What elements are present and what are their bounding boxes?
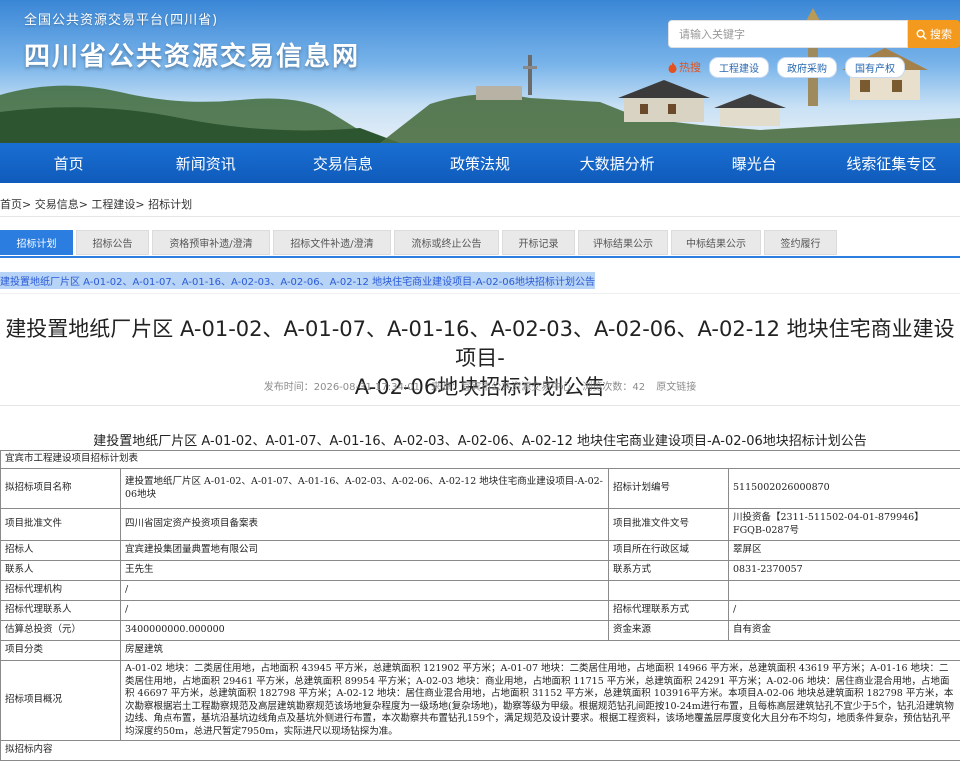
nav-clue-collection[interactable]: 线索征集专区 <box>823 143 960 183</box>
tab-doc-addendum[interactable]: 招标文件补遗/澄清 <box>273 230 391 255</box>
original-link[interactable]: 原文链接 <box>656 382 696 393</box>
cell-label <box>608 580 729 601</box>
quick-links: 热搜 工程建设 政府采购 国有产权 <box>668 56 905 78</box>
tab-award-result[interactable]: 中标结果公示 <box>671 230 761 255</box>
table-title: 建投置地纸厂片区 A-01-02、A-01-07、A-01-16、A-02-03… <box>93 434 867 449</box>
cell-label: 项目批准文件 <box>0 508 121 541</box>
cell-label: 招标计划编号 <box>608 468 729 509</box>
cell-value: 3400000000.000000 <box>120 620 609 641</box>
search-icon <box>916 28 927 40</box>
cell-label: 项目所在行政区域 <box>608 540 729 561</box>
bidding-plan-table: 宜宾市工程建设项目招标计划表 拟招标项目名称 建投置地纸厂片区 A-01-02、… <box>0 450 960 761</box>
tab-prequal-addendum[interactable]: 资格预审补遗/澄清 <box>152 230 270 255</box>
tab-contract-performance[interactable]: 签约履行 <box>764 230 837 255</box>
tabs-underline <box>0 256 960 258</box>
table-row: 拟招标项目名称 建投置地纸厂片区 A-01-02、A-01-07、A-01-16… <box>0 468 960 509</box>
nav-exposure[interactable]: 曝光台 <box>686 143 823 183</box>
sub-tabs: 招标计划 招标公告 资格预审补遗/澄清 招标文件补遗/澄清 流标或终止公告 开标… <box>0 230 837 255</box>
divider <box>0 405 960 406</box>
tab-evaluation-result[interactable]: 评标结果公示 <box>578 230 668 255</box>
cell-value: / <box>727 600 960 621</box>
article-source: 来源：宜宾市公共资源交易中心 <box>431 382 572 393</box>
nav-home[interactable]: 首页 <box>0 143 137 183</box>
cell-value: 四川省固定资产投资项目备案表 <box>120 508 609 541</box>
cell-value: 翠屏区 <box>727 540 960 561</box>
view-count: 浏览次数：42 <box>582 382 646 393</box>
flame-icon <box>668 61 677 73</box>
cell-value: 房屋建筑 <box>119 640 960 661</box>
main-nav: 首页 新闻资讯 交易信息 政策法规 大数据分析 曝光台 线索征集专区 <box>0 143 960 183</box>
table-header: 宜宾市工程建设项目招标计划表 <box>0 450 960 469</box>
cell-label: 招标人 <box>0 540 121 561</box>
cell-label: 招标代理联系人 <box>0 600 121 621</box>
cell-value: 建投置地纸厂片区 A-01-02、A-01-07、A-01-16、A-02-03… <box>120 468 609 509</box>
cell-value: 0831-2370057 <box>727 560 960 581</box>
cell-label: 招标项目概况 <box>0 660 121 741</box>
search-button[interactable]: 搜索 <box>908 20 960 48</box>
cell-label: 拟招标内容 <box>0 740 960 761</box>
cell-label: 联系方式 <box>608 560 729 581</box>
cell-label: 项目批准文件文号 <box>608 508 729 541</box>
table-row: 招标人 宜宾建投集团量典置地有限公司 项目所在行政区域 翠屏区 <box>0 540 960 561</box>
platform-name: 全国公共资源交易平台(四川省) <box>24 13 219 28</box>
nav-policy[interactable]: 政策法规 <box>411 143 548 183</box>
table-row: 招标项目概况 A-01-02 地块：二类居住用地，占地面积 43945 平方米，… <box>0 660 960 741</box>
site-title[interactable]: 四川省公共资源交易信息网 <box>24 36 360 73</box>
table-row: 估算总投资（元） 3400000000.000000 资金来源 自有资金 <box>0 620 960 641</box>
search-input[interactable]: 请输入关键字 <box>668 20 908 48</box>
cell-label: 招标代理机构 <box>0 580 121 601</box>
cell-value: 自有资金 <box>727 620 960 641</box>
hot-search-label: 热搜 <box>668 59 701 75</box>
cell-value: 5115002026000870 <box>727 468 960 509</box>
table-header-row: 宜宾市工程建设项目招标计划表 <box>0 450 960 469</box>
cell-value: 宜宾建投集团量典置地有限公司 <box>120 540 609 561</box>
cell-value: 王先生 <box>120 560 609 581</box>
table-row: 拟招标内容 <box>0 740 960 761</box>
quick-link-state-property[interactable]: 国有产权 <box>845 56 905 78</box>
table-row: 联系人 王先生 联系方式 0831-2370057 <box>0 560 960 581</box>
search-button-label: 搜索 <box>930 28 952 41</box>
nav-news[interactable]: 新闻资讯 <box>137 143 274 183</box>
publish-time: 发布时间：2026-08-31 17:34:01 <box>263 382 420 393</box>
breadcrumb[interactable]: 首页> 交易信息> 工程建设> 招标计划 <box>0 196 192 212</box>
divider <box>0 293 960 294</box>
quick-link-engineering[interactable]: 工程建设 <box>709 56 769 78</box>
tab-opening-record[interactable]: 开标记录 <box>502 230 575 255</box>
quick-link-procurement[interactable]: 政府采购 <box>777 56 837 78</box>
announcement-link[interactable]: 建投置地纸厂片区 A-01-02、A-01-07、A-01-16、A-02-03… <box>0 272 595 289</box>
cell-value: / <box>120 600 609 621</box>
project-overview: A-01-02 地块：二类居住用地，占地面积 43945 平方米，总建筑面积 1… <box>119 660 960 741</box>
tab-failed-or-terminated[interactable]: 流标或终止公告 <box>394 230 499 255</box>
tab-bidding-plan[interactable]: 招标计划 <box>0 230 73 255</box>
cell-label: 拟招标项目名称 <box>0 468 121 509</box>
cell-value: / <box>120 580 609 601</box>
cell-value: 川投资备【2311-511502-04-01-879946】FGQB-0287号 <box>727 508 960 541</box>
cell-label: 资金来源 <box>608 620 729 641</box>
tab-bidding-notice[interactable]: 招标公告 <box>76 230 149 255</box>
cell-label: 估算总投资（元） <box>0 620 121 641</box>
cell-label: 项目分类 <box>0 640 121 661</box>
table-row: 项目批准文件 四川省固定资产投资项目备案表 项目批准文件文号 川投资备【2311… <box>0 508 960 541</box>
table-row: 项目分类 房屋建筑 <box>0 640 960 661</box>
nav-big-data[interactable]: 大数据分析 <box>549 143 686 183</box>
nav-trading-info[interactable]: 交易信息 <box>274 143 411 183</box>
header-banner: 全国公共资源交易平台(四川省) 四川省公共资源交易信息网 请输入关键字 搜索 热… <box>0 0 960 143</box>
breadcrumb-divider <box>0 216 960 217</box>
table-row: 招标代理机构 / <box>0 580 960 601</box>
cell-label: 联系人 <box>0 560 121 581</box>
cell-label: 招标代理联系方式 <box>608 600 729 621</box>
table-row: 招标代理联系人 / 招标代理联系方式 / <box>0 600 960 621</box>
cell-value <box>727 580 960 601</box>
article-meta: 发布时间：2026-08-31 17:34:01 来源：宜宾市公共资源交易中心 … <box>0 378 960 393</box>
